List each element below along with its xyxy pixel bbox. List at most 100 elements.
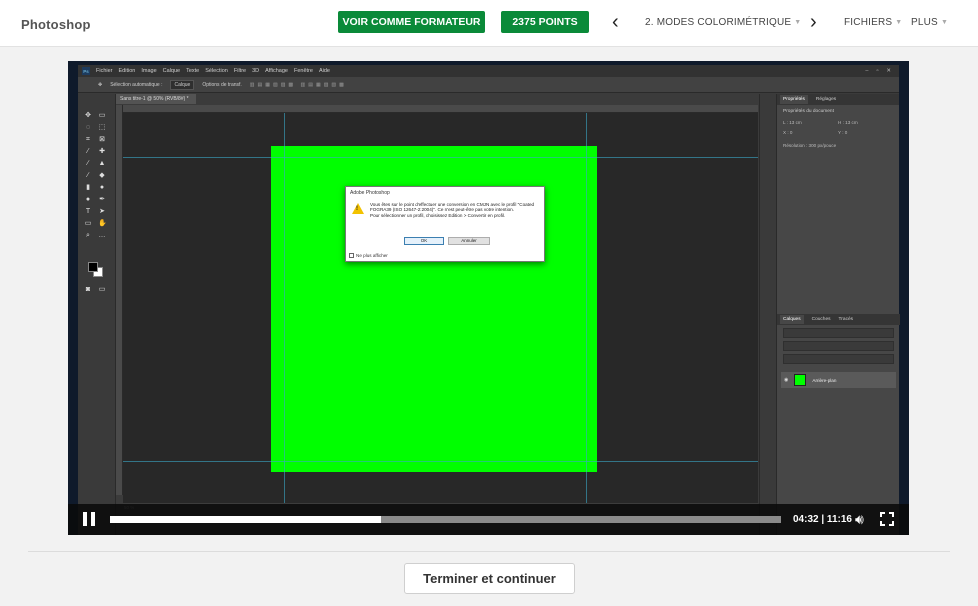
- prop-width: L : 13 cm: [783, 120, 802, 125]
- dialog-message-line: Pour sélectionner un profil, choisissez …: [370, 212, 506, 218]
- ps-menu-item: Texte: [186, 68, 200, 74]
- top-header: Photoshop VOIR COMME FORMATEUR 2375 POIN…: [0, 0, 978, 47]
- ps-menu-item: Fenêtre: [293, 68, 313, 74]
- marquee-tool-icon: ▭: [98, 112, 106, 119]
- progress-bar[interactable]: [110, 516, 781, 523]
- time-display: 04:32 | 11:16: [793, 514, 852, 525]
- properties-section: Propriétés du document: [783, 109, 834, 114]
- zoom-tool-icon: ⌕: [86, 232, 90, 239]
- more-menu[interactable]: PLUS ▼: [911, 17, 948, 28]
- move-tool-icon: ✥: [98, 81, 103, 88]
- prop-resolution: Résolution : 300 px/pouce: [783, 143, 837, 148]
- more-tools-icon: …: [98, 232, 106, 239]
- panel-tab: Calques: [780, 315, 804, 324]
- layer-item: ◉ Arrière-plan: [781, 372, 896, 388]
- layer-lock-row: [783, 354, 894, 364]
- layers-panel: Calques Couches Tracés ◉ Arrière-plan: [777, 314, 900, 396]
- dialog-ok-button: OK: [404, 237, 444, 245]
- path-select-icon: ➤: [99, 208, 105, 215]
- checkbox-label: Ne plus afficher: [356, 253, 388, 258]
- dialog-title: Adobe Photoshop: [346, 187, 544, 199]
- eyedropper-tool-icon: ⁄: [87, 148, 89, 155]
- brush-tool-icon: ∕: [87, 160, 89, 167]
- files-label: FICHIERS: [844, 17, 893, 28]
- progress-fill: [110, 516, 382, 523]
- blur-tool-icon: ●: [99, 184, 105, 191]
- ps-menu-item: Image: [141, 68, 157, 74]
- lasso-tool-icon: ◌: [85, 124, 91, 131]
- files-menu[interactable]: FICHIERS ▼: [844, 17, 902, 28]
- photoshop-screen: Ps Fichier Edition Image Calque Texte Sé…: [78, 65, 900, 535]
- dialog-message: Vous êtes sur le point d'effectuer une c…: [370, 202, 542, 218]
- guide-line: [586, 113, 587, 503]
- ps-menu-item: Filtre: [233, 68, 247, 74]
- video-player[interactable]: Ps Fichier Edition Image Calque Texte Sé…: [68, 61, 909, 535]
- chevron-down-icon: ▼: [895, 19, 903, 26]
- layer-name: Arrière-plan: [812, 377, 837, 383]
- eye-icon: ◉: [784, 377, 789, 383]
- heal-tool-icon: ✚: [99, 148, 105, 155]
- gradient-tool-icon: ▮: [86, 184, 90, 191]
- ps-menu-item: Calque: [162, 68, 181, 74]
- prop-y: Y : 0: [838, 130, 848, 135]
- foreground-color-swatch: [88, 262, 98, 272]
- ps-document-tab: Sans titre-1 @ 50% (RVB/8#) *: [116, 94, 196, 104]
- volume-icon[interactable]: 🔊︎: [855, 511, 864, 528]
- ps-menu-item: Edition: [118, 68, 136, 74]
- eraser-tool-icon: ◆: [99, 172, 105, 179]
- select-tool-icon: ⬚: [98, 124, 106, 131]
- ps-menu-item: Affichage: [265, 68, 288, 74]
- ps-auto-select-label: Sélection automatique :: [110, 81, 163, 88]
- guide-line: [284, 113, 285, 503]
- finish-continue-button[interactable]: Terminer et continuer: [404, 563, 575, 594]
- video-controls: 04:32 | 11:16 🔊︎: [68, 504, 909, 535]
- chapter-dropdown[interactable]: 2. MODES COLORIMÉTRIQUE ▼: [645, 17, 801, 28]
- dialog-message-line: Vous êtes sur le point d'effectuer une c…: [370, 202, 535, 213]
- warning-icon: [352, 203, 364, 214]
- layers-tabs: Calques Couches Tracés: [777, 314, 900, 325]
- points-button[interactable]: 2375 POINTS: [501, 11, 589, 33]
- ps-ruler-horizontal: [122, 105, 758, 113]
- fullscreen-icon[interactable]: [880, 512, 894, 526]
- checkbox-box: [349, 253, 354, 258]
- view-as-trainer-button[interactable]: VOIR COMME FORMATEUR: [338, 11, 485, 33]
- panel-tab: Couches: [811, 317, 831, 322]
- ps-menu-item: 3D: [252, 68, 260, 74]
- chevron-left-icon[interactable]: ‹: [612, 12, 619, 32]
- panel-tab: Réglages: [815, 97, 837, 102]
- layer-filter-row: [783, 328, 894, 338]
- ps-menu-item: Fichier: [96, 68, 113, 74]
- guide-line: [123, 461, 758, 462]
- history-brush-icon: ∕: [87, 172, 89, 179]
- chevron-right-icon[interactable]: ›: [810, 12, 817, 32]
- dodge-tool-icon: ●: [85, 196, 91, 203]
- pen-tool-icon: ✒: [99, 196, 105, 203]
- dont-show-checkbox: Ne plus afficher: [349, 253, 388, 258]
- dialog-cancel-button: Annuler: [448, 237, 490, 245]
- prop-x: X : 0: [783, 130, 793, 135]
- guide-line: [123, 157, 758, 158]
- ps-toolbar: ✥ ▭ ◌ ⬚ ⌗ ⊠ ⁄ ✚ ∕ ▲ ∕ ◆ ▮ ● ● ✒ T ➤ ▭ ✋ …: [78, 94, 116, 535]
- ps-window-controls: – ▫ ✕: [865, 68, 891, 74]
- ps-menu-item: Aide: [318, 68, 330, 74]
- warning-mark: !: [356, 206, 358, 212]
- frame-tool-icon: ⊠: [99, 136, 105, 143]
- ps-canvas: Adobe Photoshop ! Vous êtes sur le point…: [123, 113, 758, 503]
- ps-properties-panel: Propriétés Réglages Propriétés du docume…: [776, 94, 900, 535]
- properties-grid: L : 13 cm H : 13 cm X : 0 Y : 0: [777, 118, 899, 137]
- stamp-tool-icon: ▲: [98, 160, 106, 167]
- chapter-label: 2. MODES COLORIMÉTRIQUE: [645, 17, 792, 28]
- chevron-down-icon: ▼: [940, 19, 949, 26]
- move-tool-icon: ✥: [85, 112, 91, 119]
- shape-tool-icon: ▭: [84, 220, 92, 227]
- ps-auto-select-value: Calque: [170, 79, 195, 90]
- screen-mode-icon: ▭: [98, 286, 106, 293]
- ps-menu-item: Sélection: [205, 68, 228, 74]
- ps-transform-label: Options de transf.: [202, 81, 242, 88]
- type-tool-icon: T: [85, 208, 91, 215]
- ps-dialog: Adobe Photoshop ! Vous êtes sur le point…: [345, 186, 545, 262]
- pause-icon[interactable]: [83, 512, 95, 526]
- layer-thumbnail: [794, 374, 807, 386]
- divider: [28, 551, 950, 552]
- ps-ruler-vertical: [116, 105, 123, 495]
